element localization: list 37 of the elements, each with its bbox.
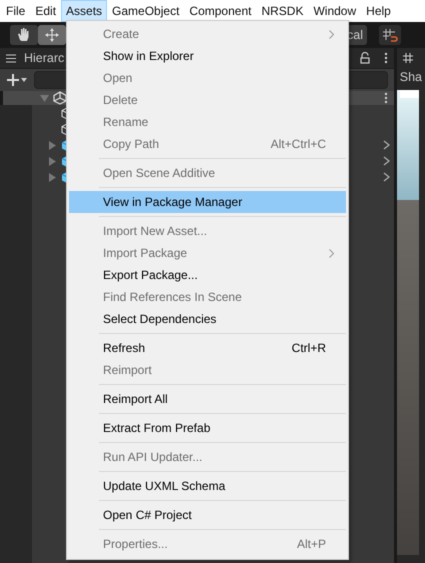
add-icon[interactable] <box>6 73 28 87</box>
menu-bar-item[interactable]: File <box>1 0 30 22</box>
menu-bar-item[interactable]: Edit <box>30 0 62 22</box>
cube-outline-icon <box>61 106 66 120</box>
menu-bar-item[interactable]: Help <box>361 0 396 22</box>
cube-outline-icon <box>61 122 66 136</box>
menu-bar-item[interactable]: Component <box>184 0 256 22</box>
menu-item[interactable]: Export Package... <box>69 264 346 286</box>
expand-arrow-icon[interactable] <box>48 140 57 150</box>
menu-bar-item[interactable]: NRSDK <box>256 0 308 22</box>
hand-tool-icon[interactable] <box>10 25 38 45</box>
menu-item[interactable]: View in Package Manager <box>69 191 346 213</box>
menu-bar-item[interactable]: Assets <box>61 0 108 22</box>
expand-arrow-icon[interactable] <box>48 172 57 182</box>
shortcut-label: Alt+P <box>296 537 326 551</box>
menu-item[interactable]: Reimport All <box>69 388 346 410</box>
menu-item[interactable]: Refresh Ctrl+R <box>69 337 346 359</box>
menu-item[interactable]: Select Dependencies <box>69 308 346 330</box>
shortcut-label: Ctrl+R <box>292 341 326 355</box>
panel-title: Hierarc <box>24 51 64 65</box>
menu-bar-item[interactable]: Window <box>308 0 362 22</box>
menu-item[interactable]: Show in Explorer <box>69 45 346 67</box>
menu-item[interactable]: Extract From Prefab <box>69 417 346 439</box>
tab-label[interactable]: Sha <box>396 68 425 90</box>
grid-snap-icon[interactable] <box>379 25 401 45</box>
list-icon <box>6 54 16 62</box>
menu-item[interactable]: Open C# Project <box>69 504 346 526</box>
grid-icon <box>402 53 413 63</box>
more-icon[interactable] <box>384 52 388 64</box>
unity-logo-icon <box>53 91 67 105</box>
menu-item[interactable]: Update UXML Schema <box>69 475 346 497</box>
shortcut-label: Alt+Ctrl+C <box>270 137 326 151</box>
lock-icon[interactable] <box>360 52 370 64</box>
move-tool-icon[interactable] <box>38 25 66 45</box>
menu-bar-item[interactable]: GameObject <box>107 0 184 22</box>
expand-arrow-icon[interactable] <box>48 156 57 166</box>
more-icon[interactable] <box>384 92 388 104</box>
